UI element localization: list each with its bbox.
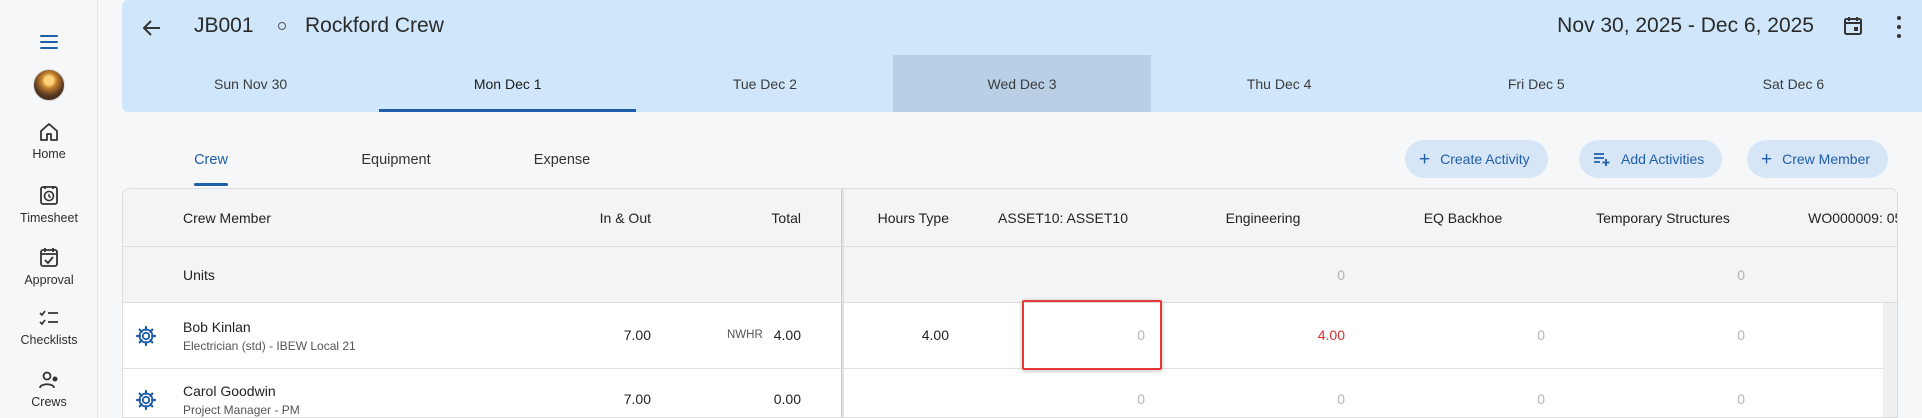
- col-crew-member: Crew Member: [183, 210, 271, 226]
- day-tab-fri[interactable]: Fri Dec 5: [1408, 55, 1665, 112]
- day-tab-mon[interactable]: Mon Dec 1: [379, 55, 637, 112]
- crew-member-name: Bob Kinlan: [183, 319, 251, 335]
- crew-name: Rockford Crew: [305, 14, 444, 37]
- crew-member-name: Carol Goodwin: [183, 383, 276, 399]
- vertical-scrollbar[interactable]: [1883, 303, 1897, 417]
- nav-item-label: Checklists: [20, 333, 78, 347]
- units-value: 0: [1337, 267, 1345, 283]
- col-activity[interactable]: WO000009: 0530: [1763, 210, 1897, 226]
- day-label: Wed Dec 3: [987, 75, 1057, 92]
- day-tab-sat[interactable]: Sat Dec 6: [1665, 55, 1922, 112]
- calendar-icon[interactable]: [1842, 15, 1864, 37]
- activity-hours[interactable]: 0: [1563, 327, 1745, 343]
- tab-crew[interactable]: Crew: [194, 140, 228, 186]
- gear-icon[interactable]: [135, 389, 157, 411]
- separator-dot-icon: [278, 22, 286, 30]
- crew-table: Crew Member In & Out Total Hours Type AS…: [122, 188, 1898, 418]
- job-id: JB001: [194, 14, 254, 37]
- crew-member-cell: Carol Goodwin Project Manager - PM: [183, 383, 300, 417]
- day-tab-sun[interactable]: Sun Nov 30: [122, 55, 379, 112]
- back-arrow-icon[interactable]: [140, 16, 164, 40]
- tab-equipment[interactable]: Equipment: [356, 140, 436, 186]
- activity-hours[interactable]: 0: [1363, 391, 1545, 407]
- crew-member-label: Crew Member: [1782, 151, 1871, 167]
- day-tab-tue[interactable]: Tue Dec 2: [636, 55, 893, 112]
- units-row: Units 0 0: [123, 247, 1897, 303]
- nav-item-crews[interactable]: Crews: [0, 370, 98, 409]
- units-label: Units: [183, 267, 215, 283]
- home-icon: [40, 123, 58, 141]
- nav-item-label: Timesheet: [20, 211, 78, 225]
- crew-member-role: Project Manager - PM: [183, 403, 300, 417]
- table-header: Crew Member In & Out Total Hours Type AS…: [123, 189, 1897, 247]
- activity-hours[interactable]: 0: [1763, 391, 1897, 407]
- day-label: Sun Nov 30: [213, 75, 288, 92]
- crew-member-role: Electrician (std) - IBEW Local 21: [183, 339, 356, 353]
- activity-hours[interactable]: 0: [963, 391, 1145, 407]
- timesheet-icon: [40, 186, 58, 205]
- gear-icon[interactable]: [135, 325, 157, 347]
- in-out-value[interactable]: 7.00: [503, 391, 651, 407]
- nav-item-label: Home: [32, 147, 66, 161]
- activity-hours[interactable]: 0: [1363, 327, 1545, 343]
- day-label: Mon Dec 1: [473, 75, 542, 92]
- day-label: Tue Dec 2: [732, 75, 797, 92]
- date-range[interactable]: Nov 30, 2025 - Dec 6, 2025: [1557, 14, 1814, 38]
- add-activities-label: Add Activities: [1621, 151, 1705, 167]
- units-value: 0: [1737, 267, 1745, 283]
- nav-item-label: Crews: [31, 395, 67, 409]
- frozen-column-divider[interactable]: [841, 189, 844, 417]
- total-value: 0.00: [773, 391, 801, 407]
- nav-item-approval[interactable]: Approval: [0, 246, 98, 287]
- col-in-out: In & Out: [599, 210, 651, 226]
- create-activity-label: Create Activity: [1440, 151, 1530, 167]
- plus-icon: +: [1761, 148, 1773, 170]
- checklist-icon: [39, 310, 58, 326]
- table-row: Carol Goodwin Project Manager - PM 7.00 …: [123, 369, 1897, 417]
- col-total: Total: [771, 210, 801, 226]
- avatar[interactable]: [33, 69, 65, 101]
- hours-type-code: NWHR: [727, 329, 763, 341]
- col-hours-type: Hours Type: [877, 210, 949, 226]
- activity-hours[interactable]: 0: [1163, 391, 1345, 407]
- more-options-icon[interactable]: [1894, 16, 1904, 38]
- playlist-add-icon: [1594, 153, 1610, 166]
- crew-member-cell: Bob Kinlan Electrician (std) - IBEW Loca…: [183, 319, 356, 353]
- activity-hours[interactable]: 4.00: [1163, 327, 1345, 343]
- hours-type-value[interactable]: 4.00: [803, 327, 949, 343]
- create-activity-button[interactable]: + Create Activity: [1405, 140, 1548, 178]
- activity-hours[interactable]: 0: [1763, 327, 1897, 343]
- add-activities-button[interactable]: Add Activities: [1579, 140, 1723, 178]
- crews-icon: [39, 371, 58, 389]
- tab-expense[interactable]: Expense: [532, 140, 592, 186]
- in-out-value[interactable]: 7.00: [503, 327, 651, 343]
- day-label: Sat Dec 6: [1762, 75, 1825, 92]
- nav-rail: Home Timesheet Approval Checklists Crews: [0, 0, 98, 418]
- day-label: Fri Dec 5: [1507, 75, 1565, 92]
- day-tabs: Sun Nov 30 Mon Dec 1 Tue Dec 2 Wed Dec 3…: [122, 55, 1922, 112]
- menu-icon[interactable]: [37, 30, 61, 54]
- col-activity[interactable]: Engineering: [1163, 210, 1363, 226]
- col-activity[interactable]: ASSET10: ASSET10: [963, 210, 1163, 226]
- activity-hours[interactable]: 0: [963, 327, 1145, 343]
- day-label: Thu Dec 4: [1246, 75, 1312, 92]
- nav-item-home[interactable]: Home: [0, 122, 98, 161]
- add-crew-member-button[interactable]: + Crew Member: [1747, 140, 1889, 178]
- col-activity[interactable]: EQ Backhoe: [1363, 210, 1563, 226]
- nav-item-timesheet[interactable]: Timesheet: [0, 184, 98, 225]
- activity-hours[interactable]: 0: [1563, 391, 1745, 407]
- job-header: JB001 Rockford Crew Nov 30, 2025 - Dec 6…: [122, 0, 1922, 112]
- day-tab-wed[interactable]: Wed Dec 3: [893, 55, 1151, 112]
- day-tab-thu[interactable]: Thu Dec 4: [1151, 55, 1408, 112]
- approval-icon: [40, 248, 58, 267]
- col-activity[interactable]: Temporary Structures: [1563, 210, 1763, 226]
- plus-icon: +: [1419, 148, 1431, 170]
- table-row: Bob Kinlan Electrician (std) - IBEW Loca…: [123, 303, 1897, 369]
- nav-item-checklists[interactable]: Checklists: [0, 308, 98, 347]
- nav-item-label: Approval: [24, 273, 74, 287]
